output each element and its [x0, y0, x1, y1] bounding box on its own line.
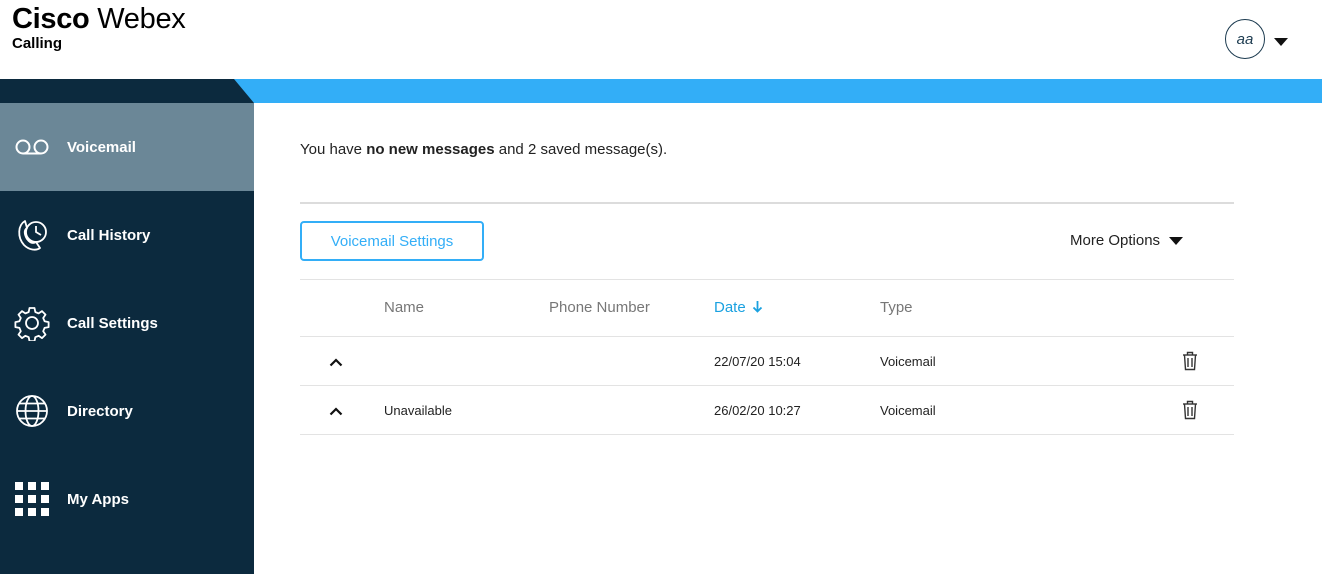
app-header: Cisco Webex Calling aa: [0, 0, 1322, 79]
column-header-name[interactable]: Name: [384, 299, 424, 316]
expand-row-chevron-icon[interactable]: [326, 352, 346, 372]
column-header-type[interactable]: Type: [880, 299, 913, 316]
sidebar: Voicemail Call History Call Settings Dir…: [0, 103, 254, 574]
more-options-dropdown[interactable]: More Options: [1070, 232, 1184, 249]
column-header-date[interactable]: Date: [714, 299, 763, 317]
sidebar-item-call-history[interactable]: Call History: [0, 191, 254, 279]
brand-name-bold: Cisco: [12, 3, 90, 35]
trash-icon[interactable]: [1180, 399, 1200, 421]
table-top-rule: [300, 279, 1234, 280]
sidebar-item-directory[interactable]: Directory: [0, 367, 254, 455]
sidebar-item-label: Voicemail: [67, 138, 136, 156]
table-row: Unavailable 26/02/20 10:27 Voicemail: [300, 386, 1234, 435]
trash-icon[interactable]: [1180, 350, 1200, 372]
table-row: 22/07/20 15:04 Voicemail: [300, 337, 1234, 386]
brand-name: Cisco Webex: [12, 3, 186, 35]
section-divider: [300, 202, 1234, 204]
sidebar-item-label: Call Settings: [67, 314, 158, 332]
summary-prefix: You have: [300, 141, 367, 158]
sidebar-item-label: Call History: [67, 226, 151, 244]
band-sidebar-segment: [0, 79, 254, 103]
row-date: 26/02/20 10:27: [714, 403, 801, 418]
brand-name-light: Webex: [97, 3, 186, 35]
gear-icon: [14, 305, 50, 341]
row-type: Voicemail: [880, 354, 936, 369]
row-name: Unavailable: [384, 403, 452, 418]
sidebar-item-label: My Apps: [67, 490, 129, 508]
expand-row-chevron-icon[interactable]: [326, 401, 346, 421]
user-initials: aa: [1236, 30, 1254, 48]
row-type: Voicemail: [880, 403, 936, 418]
sidebar-item-label: Directory: [67, 402, 133, 420]
band-notch: [234, 79, 254, 103]
call-history-icon: [14, 217, 50, 253]
product-name: Calling: [12, 35, 63, 52]
column-header-date-label: Date: [714, 299, 746, 316]
voicemail-settings-button[interactable]: Voicemail Settings: [300, 221, 484, 261]
voicemail-icon: [14, 129, 50, 165]
more-options-label: More Options: [1070, 232, 1161, 249]
sort-descending-icon: [752, 300, 763, 317]
header-band: [0, 79, 1322, 103]
voicemail-summary: You have no new messages and 2 saved mes…: [300, 141, 667, 158]
apps-grid-icon: [14, 481, 50, 517]
user-menu-caret-icon[interactable]: [1274, 38, 1288, 46]
sidebar-item-my-apps[interactable]: My Apps: [0, 455, 254, 543]
column-header-phone-number[interactable]: Phone Number: [549, 299, 650, 316]
sidebar-item-call-settings[interactable]: Call Settings: [0, 279, 254, 367]
row-rule: [300, 434, 1234, 435]
summary-suffix: and 2 saved message(s).: [494, 141, 668, 158]
user-avatar[interactable]: aa: [1225, 19, 1265, 59]
row-date: 22/07/20 15:04: [714, 354, 801, 369]
sidebar-item-voicemail[interactable]: Voicemail: [0, 103, 254, 191]
caret-down-icon: [1169, 236, 1184, 245]
brand-logo: Cisco Webex Calling: [12, 3, 186, 52]
summary-highlight: no new messages: [366, 141, 495, 158]
globe-icon: [14, 393, 50, 429]
